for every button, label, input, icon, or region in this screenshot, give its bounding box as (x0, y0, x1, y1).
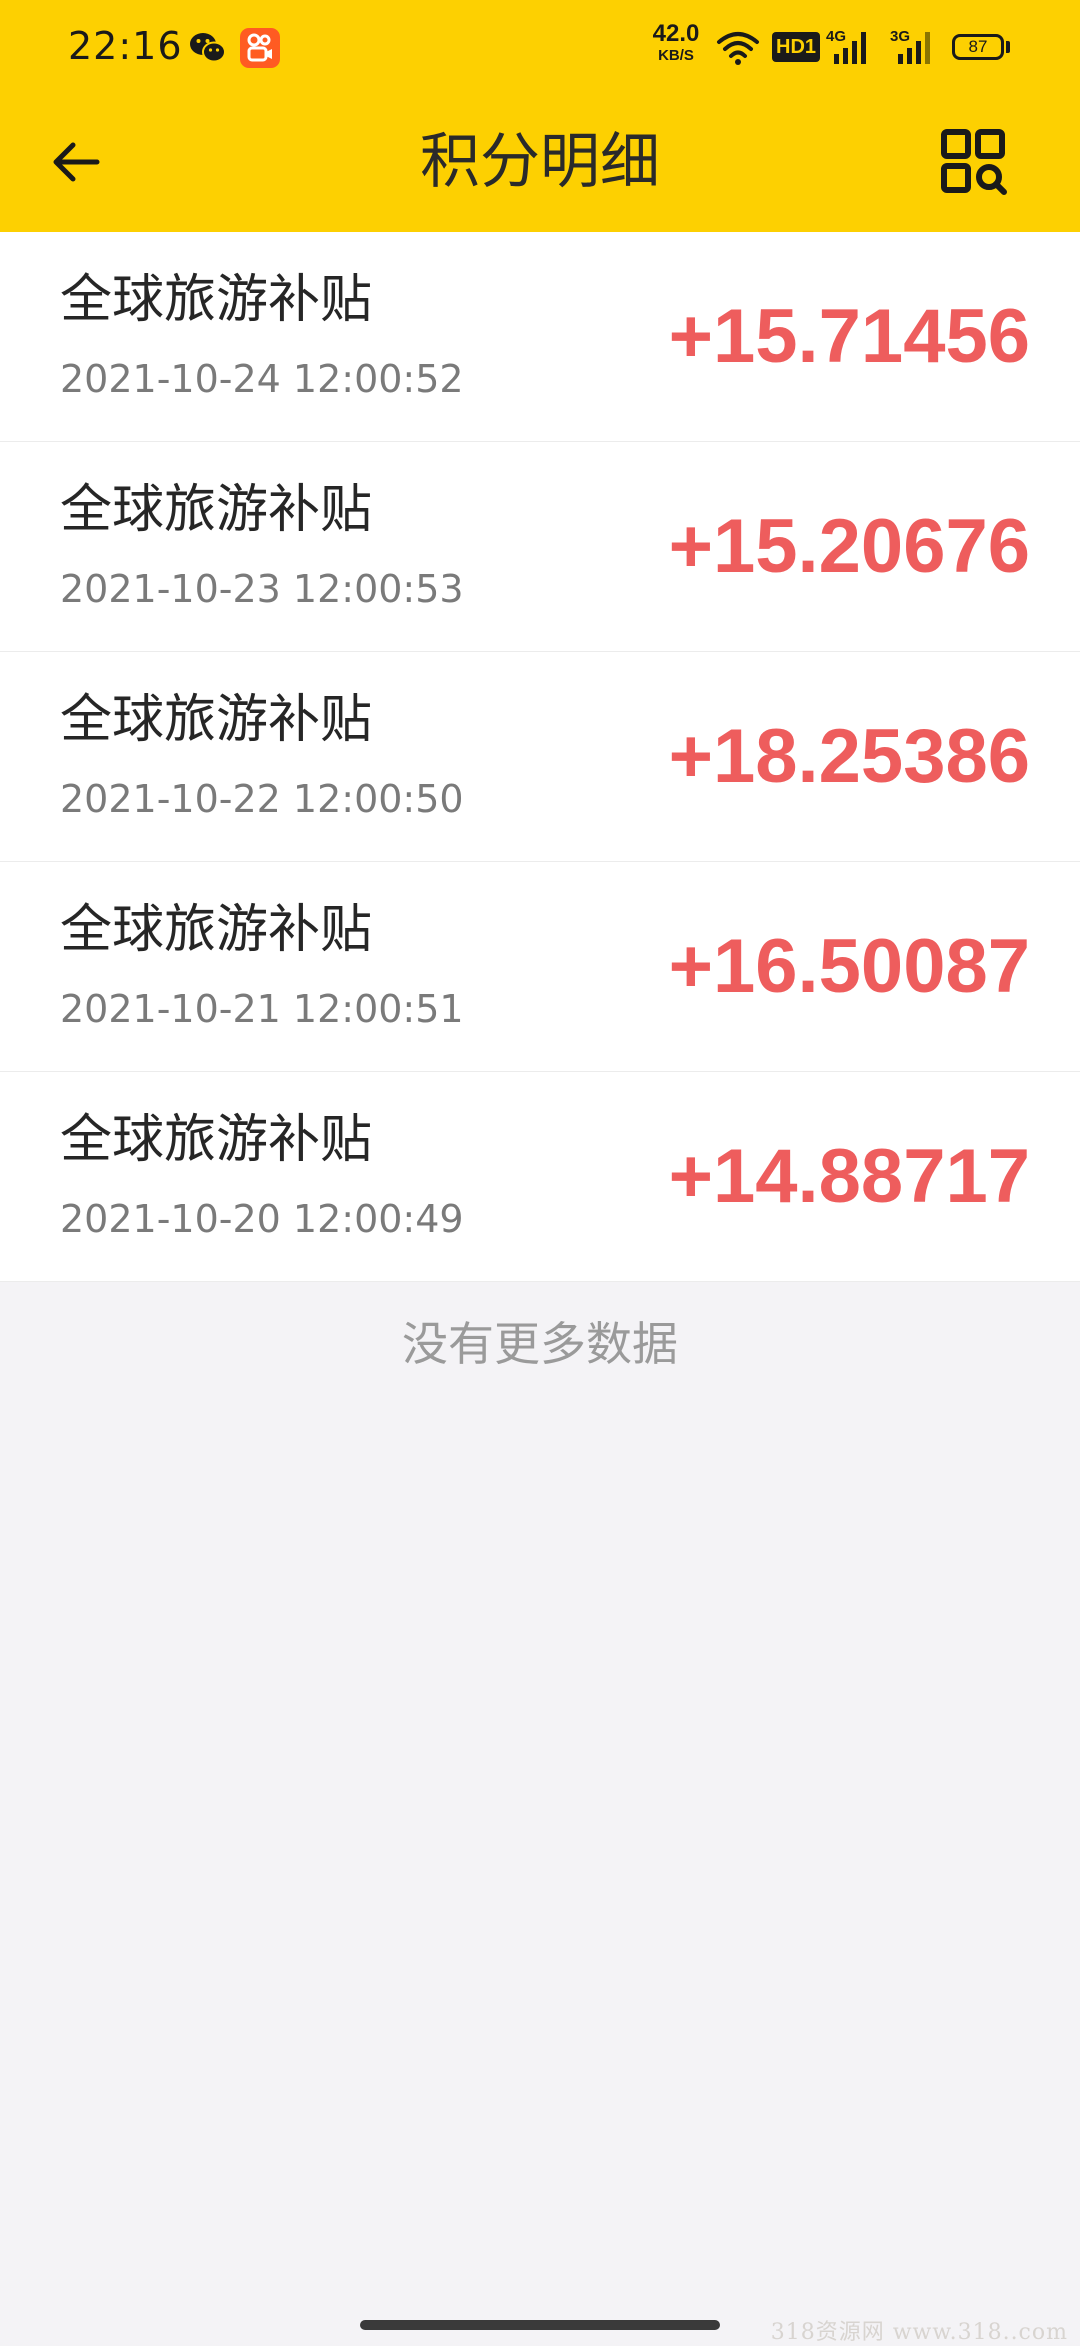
home-indicator[interactable] (360, 2320, 720, 2330)
record-amount: +15.20676 (668, 504, 1030, 589)
qr-scan-button[interactable] (940, 128, 1008, 196)
qr-scan-icon (941, 129, 1007, 195)
record-title: 全球旅游补贴 (60, 480, 373, 540)
wifi-icon (717, 32, 759, 65)
watermark: 318资源网 www.318..com (770, 2320, 1068, 2345)
status-time: 22:16 (68, 24, 183, 68)
record-title: 全球旅游补贴 (60, 690, 373, 750)
record-title: 全球旅游补贴 (60, 1110, 373, 1170)
record-time: 2021-10-21 12:00:51 (60, 987, 464, 1031)
list-item[interactable]: 全球旅游补贴 2021-10-23 12:00:53 +15.20676 (0, 442, 1080, 652)
record-time: 2021-10-24 12:00:52 (60, 357, 464, 401)
list-item[interactable]: 全球旅游补贴 2021-10-20 12:00:49 +14.88717 (0, 1072, 1080, 1282)
record-amount: +14.88717 (668, 1134, 1030, 1219)
header: 22:16 42.0 KB/S HD1 4G 3G 87 积分明细 (0, 0, 1080, 232)
record-amount: +16.50087 (668, 924, 1030, 1009)
record-title: 全球旅游补贴 (60, 270, 373, 330)
record-amount: +18.25386 (668, 714, 1030, 799)
list-item[interactable]: 全球旅游补贴 2021-10-24 12:00:52 +15.71456 (0, 232, 1080, 442)
battery-icon: 87 (952, 34, 1004, 60)
status-bar: 22:16 42.0 KB/S HD1 4G 3G 87 (0, 0, 1080, 96)
points-record-list: 全球旅游补贴 2021-10-24 12:00:52 +15.71456 全球旅… (0, 232, 1080, 1282)
hd-badge: HD1 (772, 32, 821, 62)
signal-icon: 4G (826, 26, 874, 66)
wechat-icon (190, 33, 226, 63)
record-time: 2021-10-22 12:00:50 (60, 777, 464, 821)
app-bar: 积分明细 (0, 96, 1080, 232)
page-title: 积分明细 (420, 127, 660, 197)
list-item[interactable]: 全球旅游补贴 2021-10-22 12:00:50 +18.25386 (0, 652, 1080, 862)
record-time: 2021-10-20 12:00:49 (60, 1197, 464, 1241)
record-title: 全球旅游补贴 (60, 900, 373, 960)
network-speed: 42.0 KB/S (652, 20, 700, 64)
kuaishou-icon (240, 28, 280, 68)
record-amount: +15.71456 (668, 294, 1030, 379)
no-more-data-text: 没有更多数据 (402, 1317, 678, 1371)
battery-tip (1006, 41, 1010, 53)
signal-icon-2: 3G (890, 26, 938, 66)
record-time: 2021-10-23 12:00:53 (60, 567, 464, 611)
list-item[interactable]: 全球旅游补贴 2021-10-21 12:00:51 +16.50087 (0, 862, 1080, 1072)
